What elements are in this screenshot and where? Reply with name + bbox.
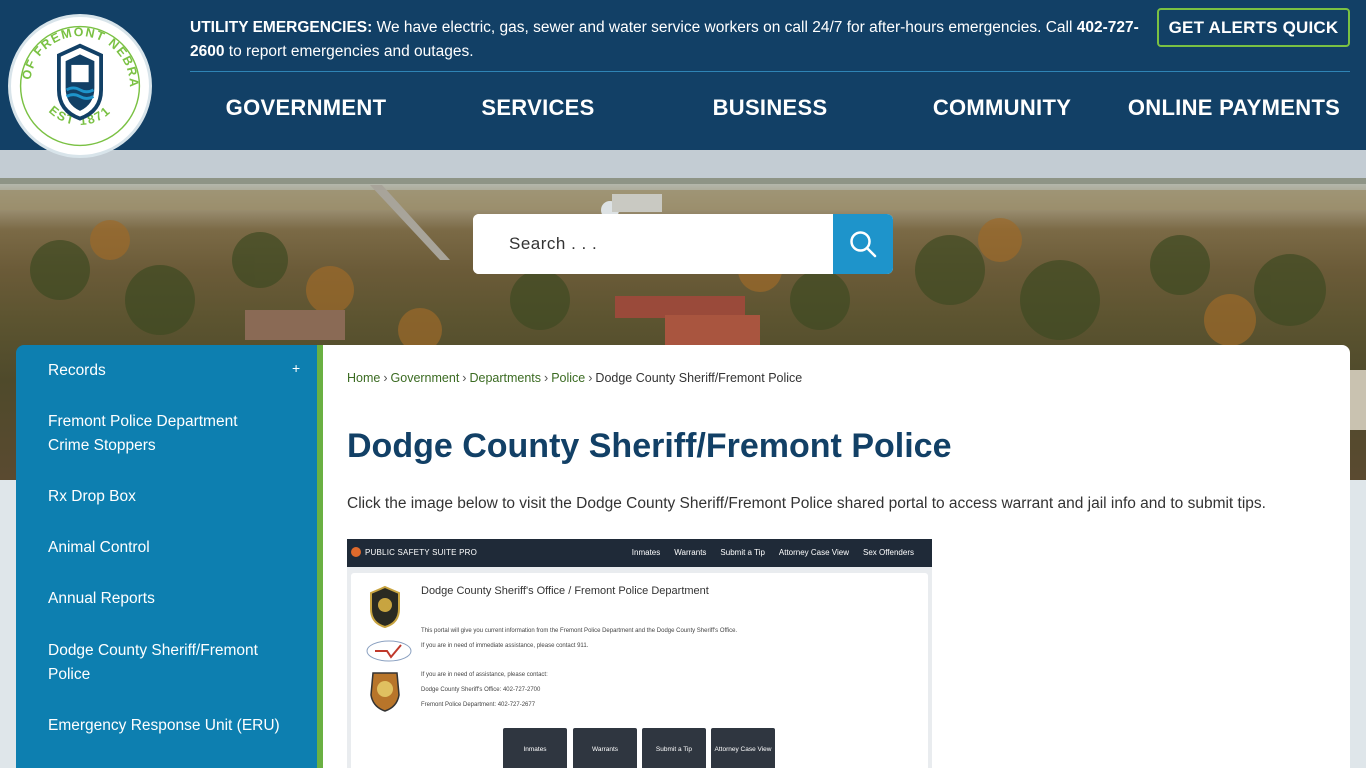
portal-text-line: Fremont Police Department: 402-727-2677 bbox=[421, 702, 536, 708]
sidebar-item-rx-drop-box[interactable]: Rx Drop Box bbox=[48, 485, 288, 509]
get-alerts-button[interactable]: GET ALERTS QUICK bbox=[1157, 8, 1350, 47]
search-input[interactable] bbox=[473, 214, 833, 274]
expand-plus-icon[interactable]: + bbox=[292, 360, 300, 376]
breadcrumb: Home › Government › Departments › Police › D… bbox=[347, 371, 802, 385]
portal-nav-submit-tip: Submit a Tip bbox=[720, 548, 765, 557]
breadcrumb-separator: › bbox=[462, 371, 467, 385]
portal-text-line: If you are in need of immediate assistan… bbox=[421, 643, 589, 649]
sidebar-item-dodge-county[interactable]: Dodge County Sheriff/Fremont Police bbox=[48, 639, 276, 687]
breadcrumb-separator: › bbox=[383, 371, 388, 385]
dispatch-911-logo-icon bbox=[366, 640, 412, 662]
sidebar-item-annual-reports[interactable]: Annual Reports bbox=[48, 587, 288, 611]
site-search bbox=[473, 214, 893, 274]
sidebar-item-animal-control[interactable]: Animal Control bbox=[48, 536, 288, 560]
alert-label: UTILITY EMERGENCIES: bbox=[190, 19, 373, 36]
portal-text-line: Dodge County Sheriff's Office: 402-727-2… bbox=[421, 687, 541, 693]
portal-logo-icon bbox=[351, 547, 361, 557]
sidebar-item-eru[interactable]: Emergency Response Unit (ERU) bbox=[48, 714, 308, 738]
breadcrumb-separator: › bbox=[588, 371, 593, 385]
police-patch-icon bbox=[370, 672, 400, 712]
portal-brand: PUBLIC SAFETY SUITE PRO bbox=[365, 548, 478, 557]
breadcrumb-government[interactable]: Government bbox=[391, 371, 460, 385]
breadcrumb-current: Dodge County Sheriff/Fremont Police bbox=[595, 371, 803, 385]
city-seal-icon: CITY OF FREMONT NEBRASKA EST 1871 bbox=[11, 17, 141, 147]
alert-text-1: We have electric, gas, sewer and water s… bbox=[372, 19, 1077, 36]
sidebar-item-records[interactable]: Records bbox=[48, 359, 288, 383]
main-content: Home › Government › Departments › Police › D… bbox=[323, 345, 1350, 768]
nav-online-payments[interactable]: ONLINE PAYMENTS bbox=[1118, 80, 1350, 136]
breadcrumb-departments[interactable]: Departments bbox=[469, 371, 541, 385]
site-header: UTILITY EMERGENCIES: We have electric, g… bbox=[0, 0, 1366, 150]
intro-text: Click the image below to visit the Dodge… bbox=[347, 495, 1266, 512]
city-seal-logo[interactable]: CITY OF FREMONT NEBRASKA EST 1871 bbox=[8, 14, 152, 158]
nav-community[interactable]: COMMUNITY bbox=[886, 80, 1118, 136]
page-title: Dodge County Sheriff/Fremont Police bbox=[347, 427, 952, 465]
portal-button-submit-tip: Submit a Tip bbox=[642, 728, 706, 768]
utility-emergency-alert: UTILITY EMERGENCIES: We have electric, g… bbox=[190, 16, 1145, 64]
header-divider bbox=[190, 71, 1350, 72]
main-nav: GOVERNMENT SERVICES BUSINESS COMMUNITY O… bbox=[190, 80, 1350, 136]
nav-business[interactable]: BUSINESS bbox=[654, 80, 886, 136]
nav-services[interactable]: SERVICES bbox=[422, 80, 654, 136]
portal-heading: Dodge County Sheriff's Office / Fremont … bbox=[421, 585, 709, 597]
nav-government[interactable]: GOVERNMENT bbox=[190, 80, 422, 136]
portal-top-bar: PUBLIC SAFETY SUITE PRO Inmates Warrants… bbox=[347, 539, 932, 567]
portal-nav: Inmates Warrants Submit a Tip Attorney C… bbox=[632, 548, 914, 557]
search-icon bbox=[850, 231, 877, 258]
portal-button-inmates: Inmates bbox=[503, 728, 567, 768]
breadcrumb-home[interactable]: Home bbox=[347, 371, 380, 385]
portal-button-attorney: Attorney Case View bbox=[711, 728, 775, 768]
portal-link-image[interactable]: PUBLIC SAFETY SUITE PRO Inmates Warrants… bbox=[347, 539, 932, 768]
breadcrumb-separator: › bbox=[544, 371, 549, 385]
breadcrumb-police[interactable]: Police bbox=[551, 371, 585, 385]
portal-button-warrants: Warrants bbox=[573, 728, 637, 768]
portal-nav-attorney: Attorney Case View bbox=[778, 548, 849, 557]
portal-card: Dodge County Sheriff's Office / Fremont … bbox=[351, 573, 928, 768]
portal-nav-sex-offenders: Sex Offenders bbox=[863, 548, 914, 557]
portal-text-line: This portal will give you current inform… bbox=[421, 628, 738, 634]
portal-nav-warrants: Warrants bbox=[674, 548, 707, 557]
alert-text-2: to report emergencies and outages. bbox=[224, 43, 474, 60]
search-button[interactable] bbox=[833, 214, 893, 274]
portal-text-line: If you are in need of assistance, please… bbox=[421, 672, 548, 678]
portal-nav-inmates: Inmates bbox=[631, 548, 661, 557]
sidebar-item-crime-stoppers[interactable]: Fremont Police Department Crime Stoppers bbox=[48, 410, 268, 458]
sheriff-badge-icon bbox=[370, 585, 400, 629]
